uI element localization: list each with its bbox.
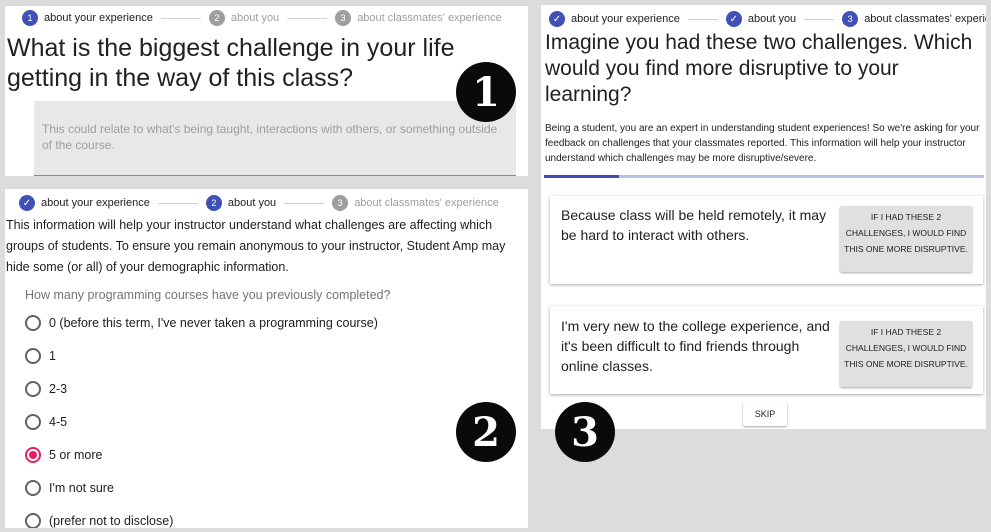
number-badge-3: 3 <box>555 402 615 462</box>
radio-group: 0 (before this term, I've never taken a … <box>25 306 378 528</box>
step-label: about you <box>747 13 797 25</box>
step-number-icon: 3 <box>332 195 349 211</box>
challenge-card: I'm very new to the college experience, … <box>550 306 983 394</box>
radio-button[interactable] <box>25 314 41 331</box>
step-number-icon: 2 <box>208 10 225 26</box>
step-label: about classmates' experience <box>354 197 499 209</box>
step-number-icon: 3 <box>842 11 859 27</box>
step-about-your-experience[interactable]: ✓ about your experience <box>549 11 680 27</box>
radio-option-selected[interactable]: 5 or more <box>25 438 378 471</box>
radio-button[interactable] <box>25 512 41 528</box>
radio-option[interactable]: 1 <box>25 339 378 372</box>
radio-label: I'm not sure <box>49 480 114 495</box>
step-number-icon: 3 <box>335 10 352 26</box>
challenge-textarea[interactable]: This could relate to what's being taught… <box>34 101 516 176</box>
radio-label: (prefer not to disclose) <box>49 513 174 528</box>
step-about-classmates-experience[interactable]: 3 about classmates' experience <box>332 195 499 211</box>
more-disruptive-button[interactable]: IF I HAD THESE 2 CHALLENGES, I WOULD FIN… <box>840 206 972 272</box>
radio-option[interactable]: 2-3 <box>25 372 378 405</box>
step-connector <box>287 17 328 19</box>
stepper: 1 about your experience 2 about you 3 ab… <box>22 6 502 30</box>
skip-button[interactable]: SKIP <box>743 402 787 426</box>
question-title: What is the biggest challenge in your li… <box>7 34 455 92</box>
step-number-icon: 1 <box>22 10 38 26</box>
step-about-classmates-experience[interactable]: 3 about classmates' experience <box>335 10 502 26</box>
radio-option[interactable]: I'm not sure <box>25 471 378 504</box>
step-about-you[interactable]: 2 about you <box>208 10 280 26</box>
programming-courses-question: How many programming courses have you pr… <box>25 288 391 302</box>
step-about-you[interactable]: 2 about you <box>205 195 277 211</box>
challenge-card: Because class will be held remotely, it … <box>550 196 983 284</box>
stepper: ✓ about your experience ✓ about you 3 ab… <box>549 7 986 31</box>
step-about-you[interactable]: ✓ about you <box>725 11 797 27</box>
step-label: about you <box>227 197 277 209</box>
step-label: about your experience <box>41 197 150 209</box>
radio-button[interactable] <box>25 479 41 496</box>
question-title: Imagine you had these two challenges. Wh… <box>545 31 973 106</box>
check-icon: ✓ <box>549 11 565 27</box>
panel-experience-question: 1 about your experience 2 about you 3 ab… <box>5 6 528 176</box>
panel-about-you: ✓ about your experience 2 about you 3 ab… <box>5 189 528 528</box>
radio-button[interactable] <box>25 380 41 397</box>
step-label: about your experience <box>44 12 153 24</box>
step-about-your-experience[interactable]: 1 about your experience <box>22 10 153 26</box>
step-about-your-experience[interactable]: ✓ about your experience <box>19 195 150 211</box>
radio-label: 0 (before this term, I've never taken a … <box>49 315 378 330</box>
radio-label: 4-5 <box>49 414 68 429</box>
radio-label: 5 or more <box>49 447 103 462</box>
step-connector <box>157 202 198 204</box>
step-number-icon: 2 <box>205 195 222 211</box>
feedback-info-text: Being a student, you are an expert in un… <box>545 123 980 164</box>
step-label: about classmates' experience <box>864 13 986 25</box>
radio-option[interactable]: (prefer not to disclose) <box>25 504 378 528</box>
step-connector <box>160 17 201 19</box>
textarea-placeholder: This could relate to what's being taught… <box>42 122 498 152</box>
radio-button[interactable] <box>25 413 41 430</box>
step-label: about you <box>230 12 280 24</box>
radio-label: 2-3 <box>49 381 68 396</box>
step-connector <box>284 202 325 204</box>
number-badge-2: 2 <box>456 402 516 462</box>
more-disruptive-button[interactable]: IF I HAD THESE 2 CHALLENGES, I WOULD FIN… <box>840 321 972 387</box>
stepper: ✓ about your experience 2 about you 3 ab… <box>19 191 499 215</box>
step-label: about classmates' experience <box>357 12 502 24</box>
step-connector <box>804 18 835 20</box>
number-badge-1: 1 <box>456 62 516 122</box>
check-icon: ✓ <box>19 195 35 211</box>
radio-button[interactable] <box>25 347 41 364</box>
challenge-text: Because class will be held remotely, it … <box>561 207 827 243</box>
demographic-info-text: This information will help your instruct… <box>6 218 506 274</box>
step-label: about your experience <box>571 13 680 25</box>
challenge-text: I'm very new to the college experience, … <box>561 318 830 374</box>
progress-bar <box>544 175 984 178</box>
radio-option[interactable]: 0 (before this term, I've never taken a … <box>25 306 378 339</box>
step-connector <box>687 18 718 20</box>
step-about-classmates-experience[interactable]: 3 about classmates' experience <box>842 11 986 27</box>
radio-label: 1 <box>49 348 56 363</box>
radio-option[interactable]: 4-5 <box>25 405 378 438</box>
radio-button-checked[interactable] <box>25 446 41 463</box>
progress-bar-fill <box>544 175 619 178</box>
check-icon: ✓ <box>725 11 742 27</box>
panel-classmates-experience: ✓ about your experience ✓ about you 3 ab… <box>541 5 986 429</box>
